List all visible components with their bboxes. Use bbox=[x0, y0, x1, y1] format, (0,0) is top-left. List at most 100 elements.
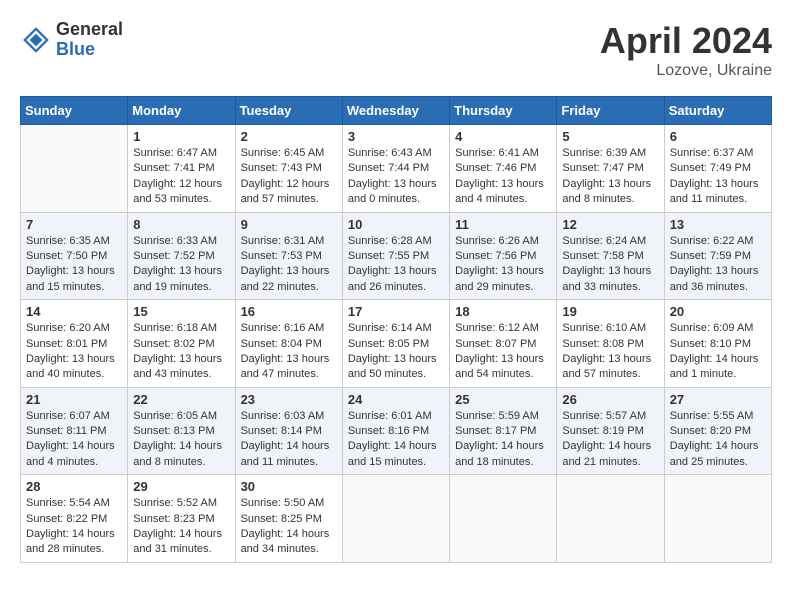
day-number: 12 bbox=[562, 217, 658, 232]
sunset-text: Sunset: 8:20 PM bbox=[670, 425, 751, 437]
sunrise-text: Sunrise: 5:55 AM bbox=[670, 410, 754, 422]
day-number: 15 bbox=[133, 304, 229, 319]
header-tuesday: Tuesday bbox=[235, 97, 342, 125]
day-number: 13 bbox=[670, 217, 766, 232]
calendar-cell bbox=[664, 475, 771, 563]
day-number: 18 bbox=[455, 304, 551, 319]
sunset-text: Sunset: 7:55 PM bbox=[348, 250, 429, 262]
day-info: Sunrise: 5:57 AMSunset: 8:19 PMDaylight:… bbox=[562, 409, 658, 471]
sunrise-text: Sunrise: 6:20 AM bbox=[26, 322, 110, 334]
calendar-cell: 25Sunrise: 5:59 AMSunset: 8:17 PMDayligh… bbox=[450, 387, 557, 475]
daylight-text: Daylight: 14 hours and 4 minutes. bbox=[26, 440, 115, 467]
day-number: 20 bbox=[670, 304, 766, 319]
day-number: 3 bbox=[348, 129, 444, 144]
calendar-cell: 14Sunrise: 6:20 AMSunset: 8:01 PMDayligh… bbox=[21, 300, 128, 388]
daylight-text: Daylight: 13 hours and 40 minutes. bbox=[26, 353, 115, 380]
logo-text: General Blue bbox=[56, 20, 123, 60]
day-info: Sunrise: 6:39 AMSunset: 7:47 PMDaylight:… bbox=[562, 146, 658, 208]
logo: General Blue bbox=[20, 20, 123, 60]
calendar-cell: 19Sunrise: 6:10 AMSunset: 8:08 PMDayligh… bbox=[557, 300, 664, 388]
sunset-text: Sunset: 7:43 PM bbox=[241, 162, 322, 174]
daylight-text: Daylight: 13 hours and 15 minutes. bbox=[26, 265, 115, 292]
sunset-text: Sunset: 7:59 PM bbox=[670, 250, 751, 262]
day-info: Sunrise: 6:31 AMSunset: 7:53 PMDaylight:… bbox=[241, 234, 337, 296]
daylight-text: Daylight: 14 hours and 8 minutes. bbox=[133, 440, 222, 467]
sunset-text: Sunset: 7:52 PM bbox=[133, 250, 214, 262]
daylight-text: Daylight: 13 hours and 4 minutes. bbox=[455, 178, 544, 205]
calendar-cell: 15Sunrise: 6:18 AMSunset: 8:02 PMDayligh… bbox=[128, 300, 235, 388]
page-header: General Blue April 2024 Lozove, Ukraine bbox=[20, 20, 772, 80]
sunset-text: Sunset: 8:05 PM bbox=[348, 338, 429, 350]
day-number: 22 bbox=[133, 392, 229, 407]
day-info: Sunrise: 6:09 AM Sunset: 8:10 PM Daylight:… bbox=[670, 321, 766, 383]
sunset-text: Sunset: 8:10 PM bbox=[670, 338, 751, 350]
calendar-cell: 10Sunrise: 6:28 AMSunset: 7:55 PMDayligh… bbox=[342, 212, 449, 300]
day-info: Sunrise: 6:37 AMSunset: 7:49 PMDaylight:… bbox=[670, 146, 766, 208]
daylight-text: Daylight: 14 hours and 15 minutes. bbox=[348, 440, 437, 467]
calendar-cell: 30Sunrise: 5:50 AMSunset: 8:25 PMDayligh… bbox=[235, 475, 342, 563]
sunset-text: Sunset: 7:58 PM bbox=[562, 250, 643, 262]
sunrise-text: Sunrise: 5:52 AM bbox=[133, 497, 217, 509]
daylight-text: Daylight: 13 hours and 36 minutes. bbox=[670, 265, 759, 292]
sunset-text: Sunset: 8:13 PM bbox=[133, 425, 214, 437]
day-info: Sunrise: 6:26 AMSunset: 7:56 PMDaylight:… bbox=[455, 234, 551, 296]
calendar-cell: 3 Sunrise: 6:43 AMSunset: 7:44 PMDaylight… bbox=[342, 125, 449, 213]
header-wednesday: Wednesday bbox=[342, 97, 449, 125]
daylight-text: Daylight: 13 hours and 22 minutes. bbox=[241, 265, 330, 292]
day-number: 6 bbox=[670, 129, 766, 144]
calendar-week-row: 1Sunrise: 6:47 AMSunset: 7:41 PMDaylight… bbox=[21, 125, 772, 213]
calendar-header-row: SundayMondayTuesdayWednesdayThursdayFrid… bbox=[21, 97, 772, 125]
sunrise-text: Sunrise: 6:26 AM bbox=[455, 235, 539, 247]
day-info: Sunrise: 6:35 AMSunset: 7:50 PMDaylight:… bbox=[26, 234, 122, 296]
daylight-text: Daylight: 14 hours and 18 minutes. bbox=[455, 440, 544, 467]
day-info: Sunrise: 6:16 AMSunset: 8:04 PMDaylight:… bbox=[241, 321, 337, 383]
calendar-cell: 11Sunrise: 6:26 AMSunset: 7:56 PMDayligh… bbox=[450, 212, 557, 300]
sunrise-text: Sunrise: 6:43 AM bbox=[348, 147, 432, 159]
day-info: Sunrise: 5:50 AMSunset: 8:25 PMDaylight:… bbox=[241, 496, 337, 558]
daylight-text: Daylight: 14 hours and 1 minute. bbox=[670, 353, 759, 380]
daylight-text: Daylight: 14 hours and 31 minutes. bbox=[133, 528, 222, 555]
daylight-text: Daylight: 13 hours and 26 minutes. bbox=[348, 265, 437, 292]
day-info: Sunrise: 6:45 AMSunset: 7:43 PMDaylight:… bbox=[241, 146, 337, 208]
day-info: Sunrise: 5:52 AMSunset: 8:23 PMDaylight:… bbox=[133, 496, 229, 558]
day-number: 21 bbox=[26, 392, 122, 407]
sunrise-text: Sunrise: 6:33 AM bbox=[133, 235, 217, 247]
header-saturday: Saturday bbox=[664, 97, 771, 125]
sunset-text: Sunset: 8:16 PM bbox=[348, 425, 429, 437]
calendar-cell: 24Sunrise: 6:01 AMSunset: 8:16 PMDayligh… bbox=[342, 387, 449, 475]
sunset-text: Sunset: 7:49 PM bbox=[670, 162, 751, 174]
day-info: Sunrise: 6:33 AMSunset: 7:52 PMDaylight:… bbox=[133, 234, 229, 296]
day-info: Sunrise: 6:10 AMSunset: 8:08 PMDaylight:… bbox=[562, 321, 658, 383]
day-info: Sunrise: 6:41 AMSunset: 7:46 PMDaylight:… bbox=[455, 146, 551, 208]
sunrise-text: Sunrise: 6:10 AM bbox=[562, 322, 646, 334]
sunset-text: Sunset: 8:04 PM bbox=[241, 338, 322, 350]
day-info: Sunrise: 6:43 AMSunset: 7:44 PMDaylight:… bbox=[348, 146, 444, 208]
calendar-cell: 26 Sunrise: 5:57 AMSunset: 8:19 PMDayligh… bbox=[557, 387, 664, 475]
day-info: Sunrise: 6:12 AMSunset: 8:07 PMDaylight:… bbox=[455, 321, 551, 383]
sunset-text: Sunset: 8:11 PM bbox=[26, 425, 107, 437]
header-friday: Friday bbox=[557, 97, 664, 125]
sunrise-text: Sunrise: 6:09 AM bbox=[670, 322, 754, 334]
calendar-cell: 13Sunrise: 6:22 AMSunset: 7:59 PMDayligh… bbox=[664, 212, 771, 300]
day-number: 27 bbox=[670, 392, 766, 407]
sunset-text: Sunset: 8:02 PM bbox=[133, 338, 214, 350]
sunrise-text: Sunrise: 5:50 AM bbox=[241, 497, 325, 509]
calendar-cell: 20 Sunrise: 6:09 AM Sunset: 8:10 PM Dayligh… bbox=[664, 300, 771, 388]
sunrise-text: Sunrise: 6:39 AM bbox=[562, 147, 646, 159]
sunset-text: Sunset: 8:17 PM bbox=[455, 425, 536, 437]
sunrise-text: Sunrise: 6:05 AM bbox=[133, 410, 217, 422]
day-number: 28 bbox=[26, 479, 122, 494]
sunrise-text: Sunrise: 5:59 AM bbox=[455, 410, 539, 422]
month-title: April 2024 bbox=[600, 20, 772, 62]
sunrise-text: Sunrise: 6:03 AM bbox=[241, 410, 325, 422]
sunrise-text: Sunrise: 6:14 AM bbox=[348, 322, 432, 334]
header-thursday: Thursday bbox=[450, 97, 557, 125]
sunrise-text: Sunrise: 6:41 AM bbox=[455, 147, 539, 159]
sunrise-text: Sunrise: 6:24 AM bbox=[562, 235, 646, 247]
day-info: Sunrise: 6:24 AMSunset: 7:58 PMDaylight:… bbox=[562, 234, 658, 296]
sunset-text: Sunset: 8:22 PM bbox=[26, 513, 107, 525]
header-monday: Monday bbox=[128, 97, 235, 125]
calendar-week-row: 14Sunrise: 6:20 AMSunset: 8:01 PMDayligh… bbox=[21, 300, 772, 388]
day-number: 26 bbox=[562, 392, 658, 407]
sunset-text: Sunset: 8:01 PM bbox=[26, 338, 107, 350]
